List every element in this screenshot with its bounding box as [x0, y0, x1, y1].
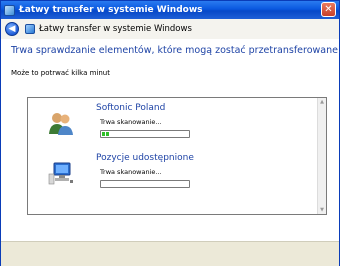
item-status: Trwa skanowanie...: [100, 118, 162, 126]
item-title: Pozycje udostępnione: [96, 153, 194, 163]
progress-bar: [100, 180, 190, 188]
progress-fill: [102, 132, 109, 136]
app-icon: [25, 24, 35, 34]
shared-computer-icon: [48, 162, 73, 185]
scan-list[interactable]: Softonic Poland Trwa skanowanie... Pozyc…: [27, 97, 327, 215]
close-button[interactable]: ✕: [321, 2, 336, 17]
users-icon: [49, 113, 73, 135]
item-title: Softonic Poland: [96, 103, 166, 113]
page-heading: Trwa sprawdzanie elementów, które mogą z…: [11, 45, 340, 56]
nav-bar: ◀ Łatwy transfer w systemie Windows: [1, 19, 339, 39]
back-button[interactable]: ◀: [5, 22, 19, 36]
page-subtitle: Może to potrwać kilka minut: [11, 69, 110, 77]
item-status: Trwa skanowanie...: [100, 168, 162, 176]
nav-title: Łatwy transfer w systemie Windows: [39, 24, 192, 34]
progress-bar: [100, 130, 190, 138]
scroll-down-icon[interactable]: ▼: [319, 207, 325, 213]
window: Łatwy transfer w systemie Windows ✕ ◀ Ła…: [0, 0, 340, 266]
window-title: Łatwy transfer w systemie Windows: [19, 5, 203, 15]
content-area: Trwa sprawdzanie elementów, które mogą z…: [1, 39, 340, 241]
footer-bar: [1, 241, 339, 266]
title-bar: Łatwy transfer w systemie Windows ✕: [1, 1, 339, 19]
scroll-up-icon[interactable]: ▲: [319, 99, 325, 105]
scrollbar[interactable]: ▲ ▼: [317, 98, 326, 214]
app-icon: [4, 4, 15, 16]
